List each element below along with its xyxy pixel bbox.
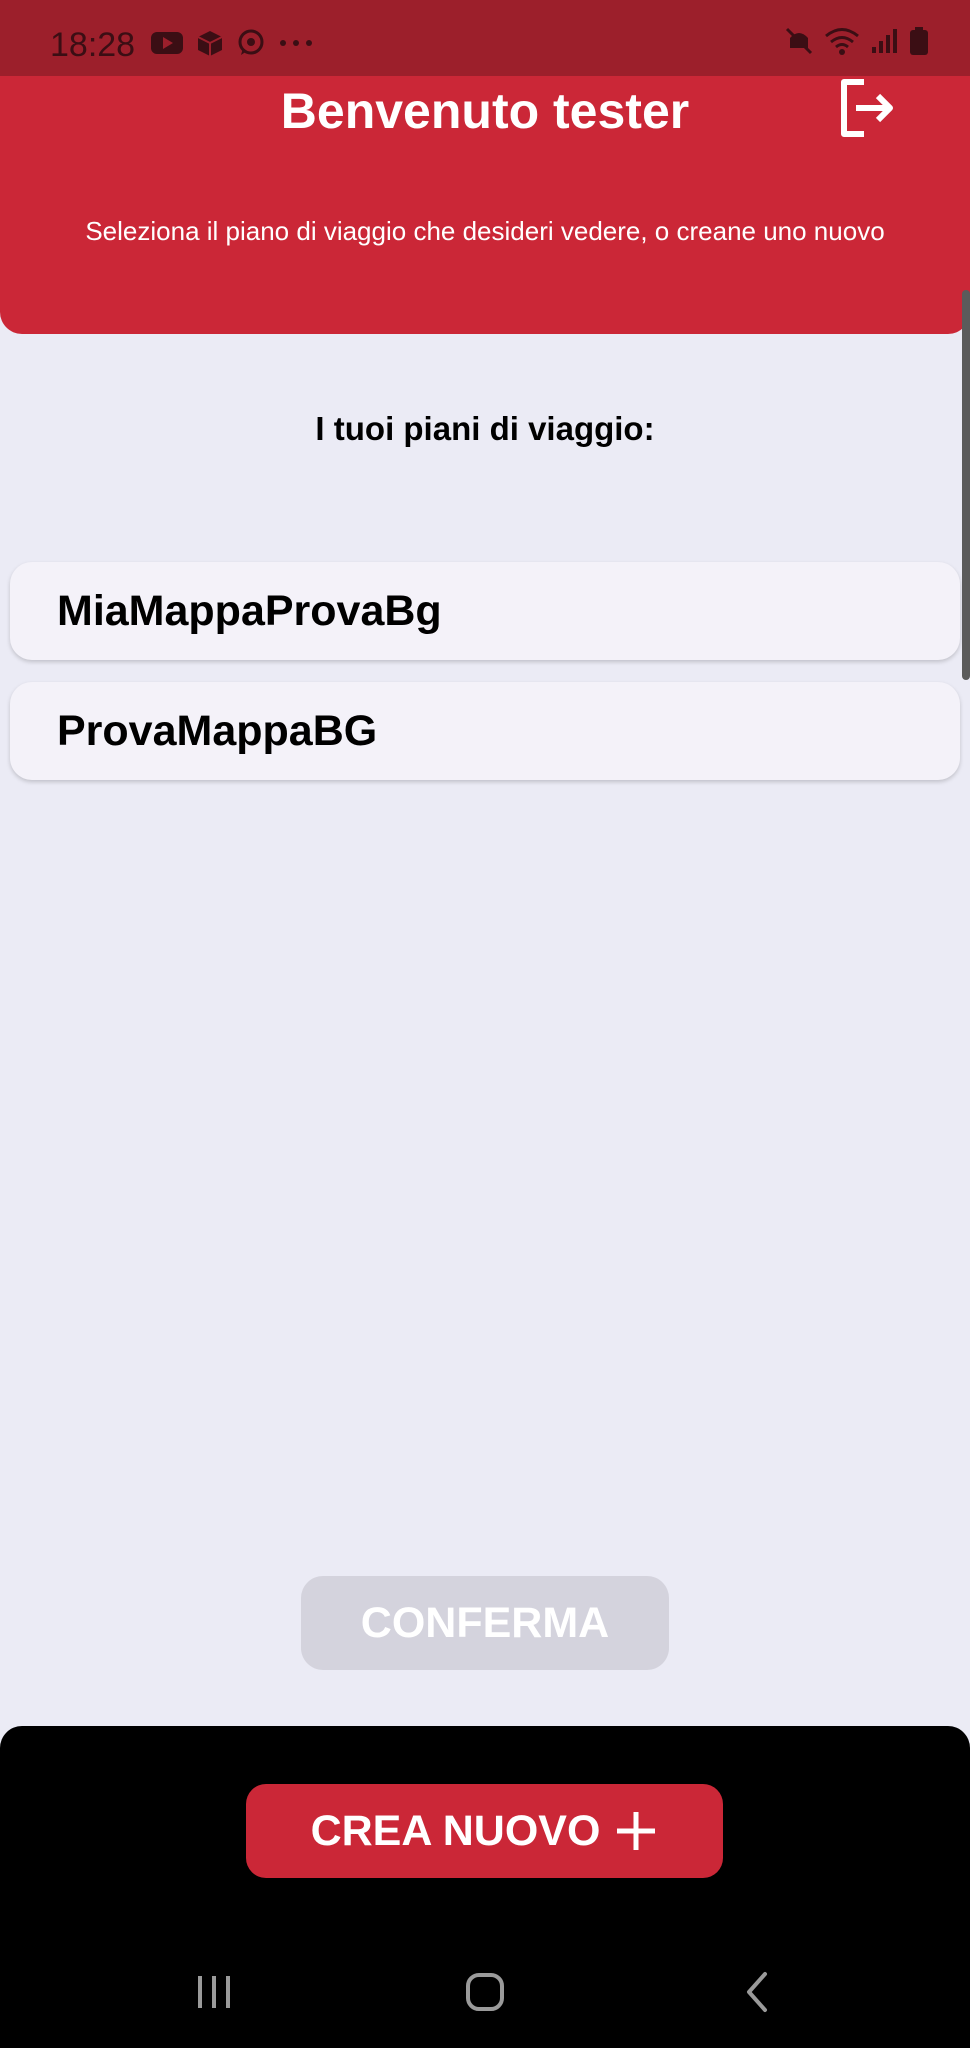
- header-subtitle: Seleziona il piano di viaggio che deside…: [85, 216, 885, 246]
- mute-icon: [785, 27, 813, 55]
- back-icon: [747, 1972, 767, 2012]
- youtube-icon: [151, 32, 183, 54]
- battery-icon: [910, 27, 928, 55]
- home-icon: [466, 1973, 504, 2011]
- plan-list: MiaMappaProvaBg ProvaMappaBG: [10, 562, 960, 802]
- signal-icon: [872, 29, 897, 53]
- plan-item-label: MiaMappaProvaBg: [57, 587, 442, 635]
- status-bar: 18:28: [0, 0, 970, 76]
- logout-icon: [841, 79, 893, 137]
- home-button[interactable]: [455, 1962, 515, 2022]
- cube-icon: [197, 31, 223, 56]
- create-new-label: CREA NUOVO: [310, 1806, 601, 1855]
- status-time: 18:28: [50, 26, 136, 64]
- plan-item[interactable]: MiaMappaProvaBg: [10, 562, 960, 660]
- recent-apps-button[interactable]: [184, 1962, 244, 2022]
- header: Benvenuto tester Seleziona il piano di v…: [0, 76, 970, 334]
- bottom-panel: CREA NUOVO: [0, 1726, 970, 2048]
- create-new-button[interactable]: CREA NUOVO: [246, 1784, 723, 1878]
- page-title: Benvenuto tester: [280, 83, 690, 139]
- whatsapp-icon: [238, 29, 264, 55]
- more-icon: [280, 40, 312, 46]
- plans-section-title: I tuoi piani di viaggio:: [315, 410, 655, 447]
- plus-icon: [617, 1812, 656, 1850]
- scrollbar[interactable]: [962, 290, 970, 680]
- back-button[interactable]: [727, 1962, 787, 2022]
- wifi-icon: [825, 28, 859, 55]
- navigation-bar: [0, 1962, 970, 2022]
- status-system-icons: [784, 26, 930, 56]
- plan-item[interactable]: ProvaMappaBG: [10, 682, 960, 780]
- plan-item-label: ProvaMappaBG: [57, 707, 378, 755]
- recent-apps-icon: [198, 1976, 230, 2008]
- confirm-button[interactable]: CONFERMA: [301, 1576, 669, 1670]
- logout-button[interactable]: [834, 76, 898, 140]
- status-notification-icons: [150, 28, 314, 58]
